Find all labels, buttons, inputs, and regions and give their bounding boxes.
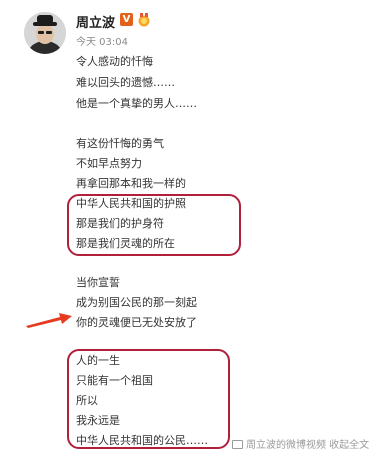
highlight-box-passport: [67, 194, 241, 256]
post-line: 他是一个真挚的男人……: [76, 97, 197, 110]
video-source-link[interactable]: 周立波的微博视频 收起全文: [232, 436, 369, 451]
post-line: 你的灵魂便已无处安放了: [76, 316, 197, 329]
highlight-box-motherland: [67, 349, 230, 449]
red-arrow-icon: [26, 313, 72, 328]
username[interactable]: 周立波: [76, 12, 115, 31]
source-tag-label: 周立波的微博视频 收起全文: [246, 440, 370, 451]
post-line: 令人感动的忏悔: [76, 55, 153, 68]
post-line: 再拿回那本和我一样的: [76, 177, 186, 190]
post-line: 成为别国公民的那一刻起: [76, 296, 197, 309]
post-line: 当你宣誓: [76, 276, 120, 289]
level-medal-icon: [138, 13, 150, 27]
video-source-icon: [232, 440, 243, 449]
avatar-icon: [24, 12, 66, 54]
post-line: 难以回头的遗憾……: [76, 76, 175, 89]
post-line: 不如早点努力: [76, 157, 142, 170]
vip-badge-icon: V: [120, 13, 133, 26]
post-line: 有这份忏悔的勇气: [76, 137, 164, 150]
avatar[interactable]: [24, 12, 66, 54]
post-timestamp: 今天 03:04: [76, 37, 128, 48]
